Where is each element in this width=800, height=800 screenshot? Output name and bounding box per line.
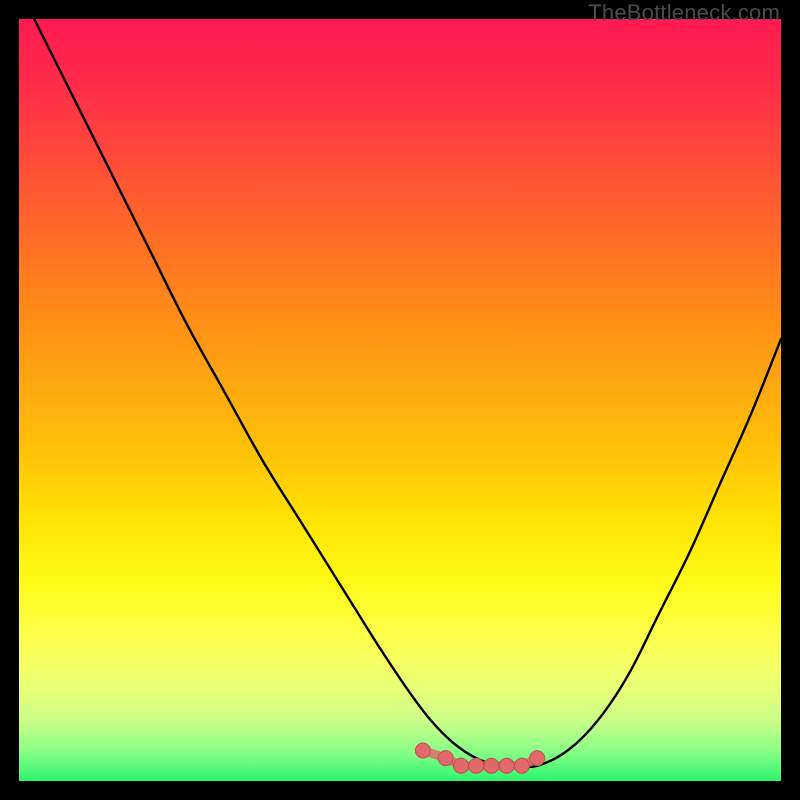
curve-layer [19, 19, 781, 781]
zero-bottleneck-markers [415, 743, 544, 773]
marker-dot [530, 751, 545, 766]
plot-area [19, 19, 781, 781]
marker-dot [415, 743, 430, 758]
marker-dot [454, 758, 469, 773]
marker-dot [484, 758, 499, 773]
watermark-text: TheBottleneck.com [588, 0, 780, 26]
bottleneck-curve [34, 19, 781, 767]
chart-frame: TheBottleneck.com [0, 0, 800, 800]
marker-dot [469, 758, 484, 773]
marker-dot [499, 758, 514, 773]
marker-dot [514, 758, 529, 773]
marker-dot [438, 751, 453, 766]
